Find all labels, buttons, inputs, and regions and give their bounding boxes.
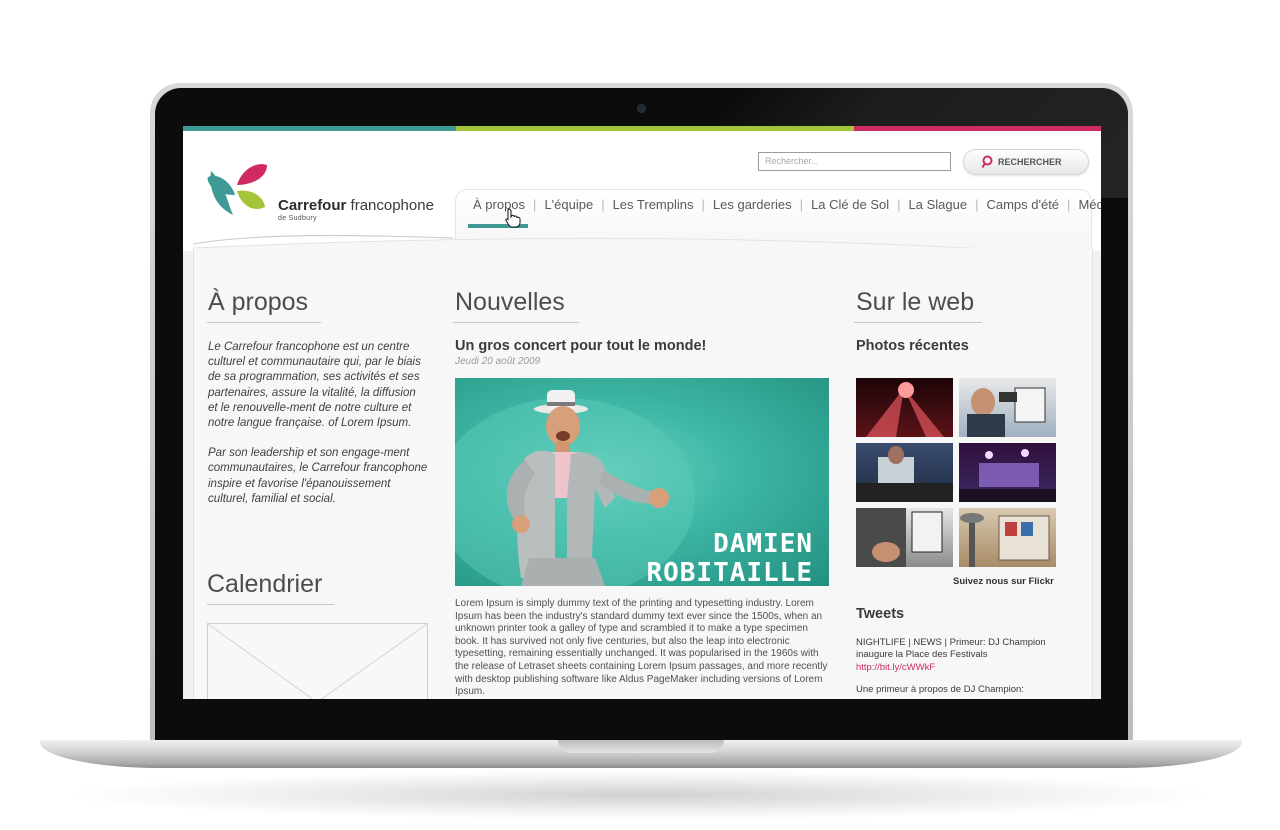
about-title: À propos (208, 288, 309, 316)
nav-item-media[interactable]: Média (1070, 197, 1101, 212)
title-rule (207, 604, 334, 605)
tweet-item: NIGHTLIFE | NEWS | Primeur: DJ Champion … (856, 637, 1076, 674)
photo-thumbnail[interactable] (856, 378, 953, 437)
artist-name-line-2: ROBITAILLE (646, 558, 813, 587)
camera-icon (637, 104, 646, 113)
laptop-mockup: Carrefour francophone de Sudbury Recherc… (0, 0, 1280, 830)
news-body: Lorem Ipsum is simply dummy text of the … (455, 598, 828, 698)
nav-item-cle-de-sol[interactable]: La Clé de Sol (803, 197, 897, 212)
hand-cursor-icon (505, 208, 521, 228)
photo-thumbnail[interactable] (959, 443, 1056, 502)
site-logo-text[interactable]: Carrefour francophone de Sudbury (278, 197, 434, 222)
title-rule (453, 322, 579, 323)
laptop-notch (558, 740, 724, 753)
nav-item-garderies[interactable]: Les garderies (705, 197, 800, 212)
brand-subtitle: de Sudbury (278, 215, 317, 222)
title-rule (207, 322, 321, 323)
recent-photos-title: Photos récentes (856, 338, 969, 354)
browser-screen: Carrefour francophone de Sudbury Recherc… (183, 126, 1101, 699)
about-paragraph-2: Par son leadership et son engage-ment co… (208, 447, 428, 505)
tweet-link[interactable]: http://bit.ly/cWWkF (856, 662, 1076, 674)
news-headline[interactable]: Un gros concert pour tout le monde! (455, 338, 706, 354)
news-date: Jeudi 20 août 2009 (455, 356, 541, 367)
photo-thumbnail[interactable] (959, 378, 1056, 437)
calendar-widget[interactable] (207, 623, 428, 699)
leaf-petals-logo-icon[interactable] (207, 155, 271, 221)
brand-name-bold: Carrefour (278, 197, 347, 214)
tweet-text: NIGHTLIFE | NEWS | Primeur: DJ Champion … (856, 637, 1046, 661)
photo-thumbnail[interactable] (959, 508, 1056, 567)
photo-thumbnail[interactable] (856, 443, 953, 502)
search-button[interactable]: RECHERCHER (963, 149, 1089, 175)
title-rule (854, 322, 982, 323)
tweets-title: Tweets (856, 606, 905, 622)
laptop-shadow (60, 770, 1220, 820)
search-input[interactable]: Rechercher... (758, 152, 951, 171)
nav-item-equipe[interactable]: L'équipe (536, 197, 601, 212)
main-nav: À propos | L'équipe | Les Tremplins | Les g… (465, 197, 1101, 212)
news-title: Nouvelles (455, 288, 565, 316)
brand-name-rest: francophone (346, 197, 434, 214)
about-paragraph-1: Le Carrefour francophone est un centre c… (208, 341, 421, 430)
about-text: Le Carrefour francophone est un centre c… (208, 340, 428, 522)
artist-name-line-1: DAMIEN (713, 529, 813, 559)
web-title: Sur le web (856, 288, 975, 316)
site-header: Carrefour francophone de Sudbury Recherc… (183, 131, 1101, 251)
photo-thumbnail[interactable] (856, 508, 953, 567)
nav-item-camps[interactable]: Camps d'été (978, 197, 1067, 212)
flickr-link[interactable]: Suivez nous sur Flickr (953, 576, 1054, 587)
nav-item-slague[interactable]: La Slague (901, 197, 976, 212)
nav-item-tremplins[interactable]: Les Tremplins (605, 197, 702, 212)
tweet-text: Une primeur à propos de DJ Champion: (856, 684, 1024, 695)
nav-item-a-propos[interactable]: À propos (465, 197, 533, 212)
search-icon (981, 155, 993, 168)
news-feature-image[interactable]: DAMIEN ROBITAILLE (455, 378, 829, 586)
tweet-item: Une primeur à propos de DJ Champion: (856, 684, 1076, 696)
search-button-label: RECHERCHER (998, 157, 1062, 167)
calendar-title: Calendrier (207, 570, 323, 598)
